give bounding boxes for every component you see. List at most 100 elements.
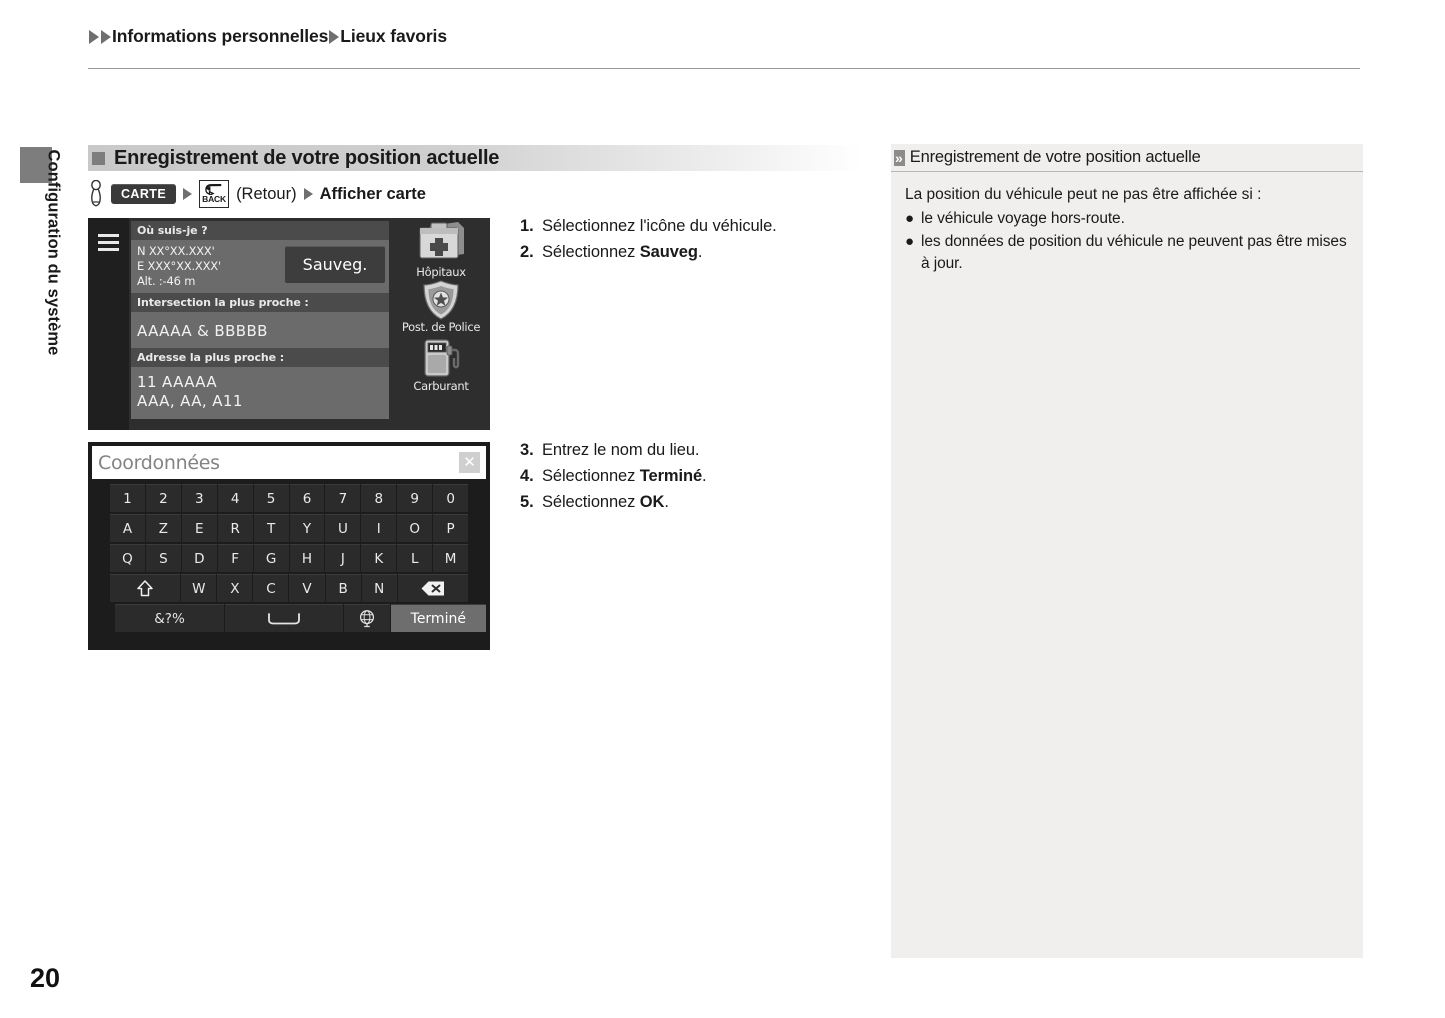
step-number: 5. xyxy=(520,493,534,511)
key[interactable]: Q xyxy=(110,544,145,572)
backspace-key[interactable] xyxy=(397,574,468,602)
step-item: 5. Sélectionnez OK. xyxy=(520,490,707,515)
breadcrumb-item-2[interactable]: Lieux favoris xyxy=(340,26,447,47)
breadcrumb-item-1[interactable]: Informations personnelles xyxy=(112,26,328,47)
step-text: Sélectionnez OK. xyxy=(542,493,669,511)
space-key[interactable] xyxy=(225,604,344,632)
key[interactable]: 0 xyxy=(433,484,469,512)
input-placeholder: Coordonnées xyxy=(98,451,220,474)
key[interactable]: I xyxy=(361,514,397,542)
key[interactable]: E xyxy=(181,514,217,542)
key[interactable]: F xyxy=(217,544,253,572)
poi-label: Post. de Police xyxy=(401,320,481,334)
key[interactable]: Z xyxy=(145,514,181,542)
instruction-steps-group-2: 3. Entrez le nom du lieu. 4. Sélectionne… xyxy=(520,438,707,516)
medical-kit-icon xyxy=(419,222,464,259)
key[interactable]: A xyxy=(110,514,145,542)
key[interactable]: K xyxy=(361,544,397,572)
symbols-key[interactable]: &?% xyxy=(115,604,225,632)
step-item: 4. Sélectionnez Terminé. xyxy=(520,464,707,489)
poi-police[interactable]: Post. de Police xyxy=(402,279,480,334)
shift-up-arrow-icon xyxy=(137,580,153,597)
note-bullet-item: ● les données de position du véhicule ne… xyxy=(905,231,1349,275)
carte-button[interactable]: CARTE xyxy=(111,183,177,205)
key[interactable]: D xyxy=(181,544,217,572)
keyboard-row-numbers: 1 2 3 4 5 6 7 8 9 0 xyxy=(92,484,486,512)
key[interactable]: H xyxy=(289,544,325,572)
page-number: 20 xyxy=(30,963,61,993)
bullet-icon: ● xyxy=(905,233,915,250)
back-button[interactable]: BACK xyxy=(199,180,230,208)
step-number: 1. xyxy=(520,217,534,235)
key[interactable]: M xyxy=(433,544,469,572)
key[interactable]: 4 xyxy=(217,484,253,512)
note-bullet-text: les données de position du véhicule ne p… xyxy=(921,233,1347,272)
step-item: 3. Entrez le nom du lieu. xyxy=(520,438,707,463)
keyboard-row-home: Q S D F G H J K L M xyxy=(92,544,486,572)
step-emphasis: OK xyxy=(639,493,665,511)
done-key[interactable]: Terminé xyxy=(390,604,486,632)
navigation-screen-figure: Où suis-je ? N XX°XX.XXX' E XXX°XX.XXX' … xyxy=(88,218,490,430)
section-bullet-icon xyxy=(92,151,105,165)
step-item: 1. Sélectionnez l'icône du véhicule. xyxy=(520,214,777,239)
retour-text: (Retour) xyxy=(236,184,297,203)
chapter-tab-label: Configuration du système xyxy=(44,149,63,356)
key[interactable]: G xyxy=(253,544,289,572)
step-item: 2. Sélectionnez Sauveg. xyxy=(520,240,777,265)
nav-left-strip xyxy=(88,218,129,430)
poi-label: Hôpitaux xyxy=(416,265,466,279)
space-bar-icon xyxy=(268,612,300,624)
address-label: Adresse la plus proche : xyxy=(131,348,389,367)
key[interactable]: 5 xyxy=(253,484,289,512)
section-title: Enregistrement de votre position actuell… xyxy=(114,146,500,169)
key[interactable]: T xyxy=(253,514,289,542)
key[interactable]: J xyxy=(325,544,361,572)
key[interactable]: B xyxy=(325,574,361,602)
header-divider xyxy=(88,68,1360,69)
key[interactable]: C xyxy=(253,574,289,602)
key[interactable]: U xyxy=(325,514,361,542)
poi-hopitaux[interactable]: Hôpitaux xyxy=(414,220,468,279)
breadcrumb-arrow-icon xyxy=(89,29,99,44)
intersection-value[interactable]: AAAAA & BBBBB xyxy=(131,312,389,348)
key[interactable]: L xyxy=(397,544,433,572)
key[interactable]: 8 xyxy=(361,484,397,512)
key[interactable]: N xyxy=(361,574,397,602)
place-name-input[interactable]: Coordonnées ✕ xyxy=(92,446,486,479)
pointing-hand-icon xyxy=(91,180,101,207)
key[interactable]: 7 xyxy=(325,484,361,512)
shift-key[interactable] xyxy=(110,574,181,602)
breadcrumb-arrow-icon xyxy=(329,29,340,44)
poi-shortcut-column: Hôpitaux Post. de Police Carburant xyxy=(392,218,490,430)
key[interactable]: O xyxy=(397,514,433,542)
breadcrumb-arrow-icon xyxy=(101,29,111,44)
step-text: Sélectionnez Terminé. xyxy=(542,467,707,485)
poi-carburant[interactable]: Carburant xyxy=(413,334,469,393)
language-key[interactable] xyxy=(344,604,390,632)
key[interactable]: W xyxy=(181,574,217,602)
key[interactable]: R xyxy=(217,514,253,542)
hamburger-menu-icon[interactable] xyxy=(98,234,119,255)
step-emphasis: Sauveg xyxy=(639,243,698,261)
key[interactable]: 6 xyxy=(289,484,325,512)
sauveg-button[interactable]: Sauveg. xyxy=(285,246,385,283)
key[interactable]: P xyxy=(433,514,469,542)
key[interactable]: 9 xyxy=(397,484,433,512)
poi-label: Carburant xyxy=(413,379,469,393)
intersection-label: Intersection la plus proche : xyxy=(131,293,389,312)
instruction-steps-group-1: 1. Sélectionnez l'icône du véhicule. 2. … xyxy=(520,214,777,266)
nav-info-panel: Où suis-je ? N XX°XX.XXX' E XXX°XX.XXX' … xyxy=(129,218,392,430)
key[interactable]: 2 xyxy=(145,484,181,512)
key[interactable]: X xyxy=(217,574,253,602)
path-final-item[interactable]: Afficher carte xyxy=(320,185,426,204)
address-value[interactable]: 11 AAAAA AAA, AA, A11 xyxy=(131,367,389,419)
note-intro-text: La position du véhicule peut ne pas être… xyxy=(905,186,1262,203)
clear-input-icon[interactable]: ✕ xyxy=(459,452,480,473)
path-arrow-icon xyxy=(303,188,313,200)
key[interactable]: 3 xyxy=(181,484,217,512)
key[interactable]: S xyxy=(145,544,181,572)
key[interactable]: 1 xyxy=(110,484,145,512)
keyboard-function-row: &?% Terminé xyxy=(92,604,486,632)
key[interactable]: V xyxy=(289,574,325,602)
key[interactable]: Y xyxy=(289,514,325,542)
